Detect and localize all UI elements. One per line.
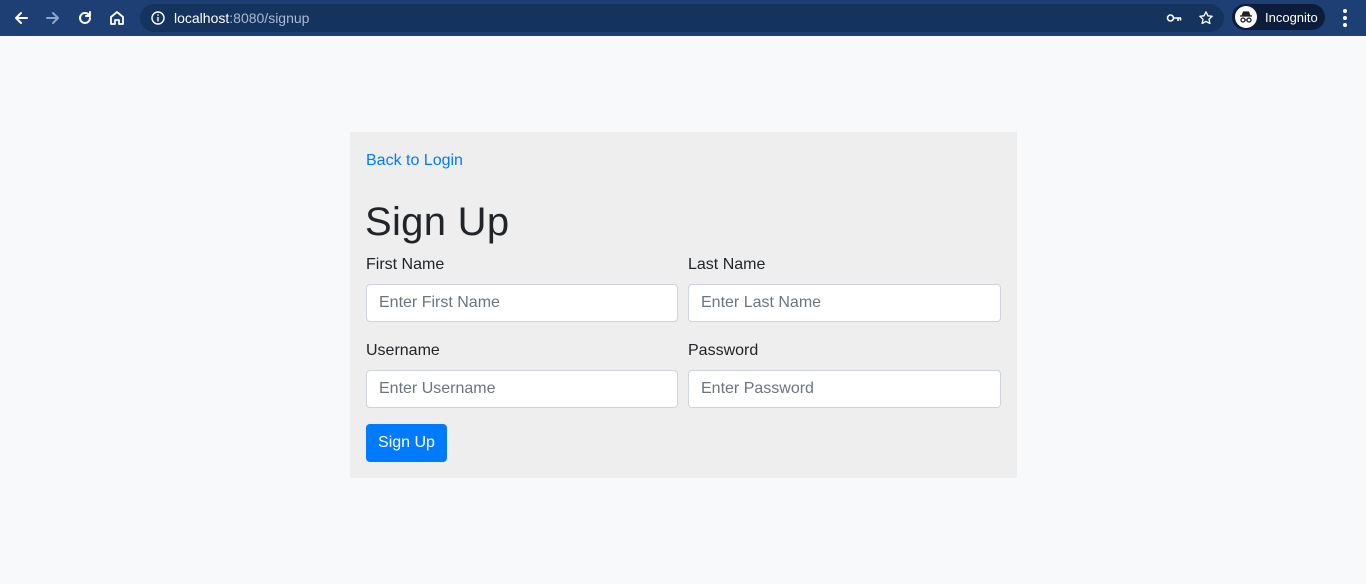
reload-icon [79,11,91,24]
first-name-input[interactable] [366,284,678,322]
signup-card: Back to Login Sign Up First Name Last Na… [350,132,1017,478]
incognito-profile-button[interactable]: Incognito [1232,4,1325,30]
password-input[interactable] [688,370,1001,408]
forward-arrow-icon [46,12,59,24]
username-input[interactable] [366,370,678,408]
last-name-input[interactable] [688,284,1001,322]
url-host: localhost [174,10,230,26]
incognito-label: Incognito [1265,9,1318,25]
forward-button[interactable] [40,5,66,31]
sign-up-button[interactable]: Sign Up [366,424,447,462]
url-text[interactable]: localhost:8080/signup [174,10,309,26]
back-to-login-link[interactable]: Back to Login [366,152,463,170]
back-arrow-icon [15,12,28,24]
home-icon [110,11,124,25]
page-title: Sign Up [365,200,510,244]
key-icon[interactable] [1166,10,1182,26]
url-path: :8080/signup [229,10,310,26]
first-name-label: First Name [366,256,445,273]
password-label: Password [688,342,759,359]
home-button[interactable] [104,5,130,31]
incognito-icon [1235,6,1257,28]
info-icon[interactable] [150,10,166,26]
more-vertical-icon[interactable] [1335,8,1355,28]
username-label: Username [366,342,440,359]
reload-button[interactable] [72,5,98,31]
last-name-label: Last Name [688,256,766,273]
star-icon[interactable] [1198,10,1214,26]
back-button[interactable] [8,5,34,31]
browser-toolbar: localhost:8080/signup Incognito [0,0,1366,36]
address-bar[interactable]: localhost:8080/signup [140,4,1224,32]
